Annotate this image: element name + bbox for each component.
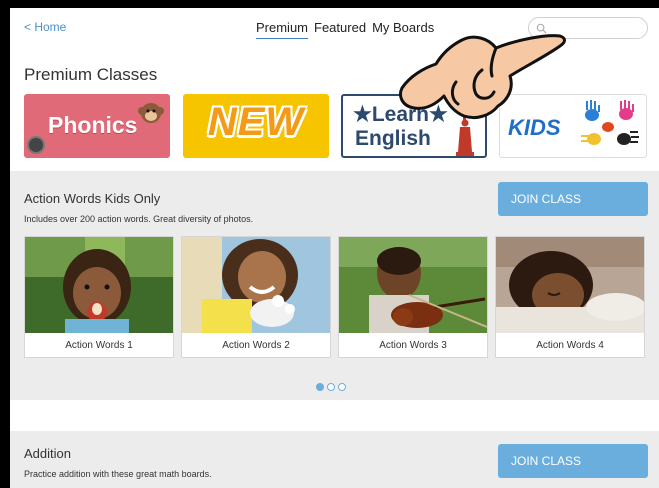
page-dot-1[interactable] <box>316 383 324 391</box>
banner-english-line2: English <box>355 127 431 150</box>
banner-new-label: NEW <box>207 100 305 144</box>
page-title: Premium Classes <box>24 65 158 84</box>
section-title: Action Words Kids Only <box>24 191 161 206</box>
app-screen: < Home Premium Featured My Boards Premiu… <box>10 8 659 488</box>
board-card-action-words-1[interactable]: Action Words 1 <box>24 236 174 358</box>
board-photo-eating-apple <box>25 237 173 333</box>
banner-phonics-label: Phonics <box>48 112 138 138</box>
pointing-hand-icon <box>399 34 566 120</box>
join-class-button[interactable]: JOIN CLASS <box>498 182 648 216</box>
board-label: Action Words 3 <box>379 340 447 351</box>
section-description: Practice addition with these great math … <box>24 469 212 479</box>
page-dot-2[interactable] <box>327 383 335 391</box>
tab-featured[interactable]: Featured <box>314 20 366 39</box>
board-photo-playing-violin <box>339 237 487 333</box>
board-card-action-words-3[interactable]: Action Words 3 <box>338 236 488 358</box>
banner-new[interactable]: NEW <box>183 94 329 158</box>
monkey-icon <box>138 103 164 123</box>
board-label: Action Words 4 <box>536 340 604 351</box>
handprints-icon <box>581 100 639 145</box>
tab-premium[interactable]: Premium <box>256 20 309 39</box>
banner-phonics[interactable]: Phonics <box>24 94 170 158</box>
board-card-action-words-4[interactable]: Action Words 4 <box>495 236 645 358</box>
join-class-button[interactable]: JOIN CLASS <box>498 444 648 478</box>
class-section-addition: Addition Practice addition with these gr… <box>10 431 659 488</box>
board-photo-sleeping <box>496 237 644 333</box>
board-label: Action Words 1 <box>65 340 133 351</box>
section-title: Addition <box>24 446 71 461</box>
microphone-icon <box>27 136 45 154</box>
board-photo-washing-hands <box>182 237 330 333</box>
carousel-page-dots <box>316 383 346 391</box>
home-back-link[interactable]: < Home <box>24 20 66 34</box>
section-description: Includes over 200 action words. Great di… <box>24 214 254 224</box>
page-dot-3[interactable] <box>338 383 346 391</box>
board-label: Action Words 2 <box>222 340 290 351</box>
board-card-action-words-2[interactable]: Action Words 2 <box>181 236 331 358</box>
class-section-action-words: Action Words Kids Only Includes over 200… <box>10 171 659 400</box>
